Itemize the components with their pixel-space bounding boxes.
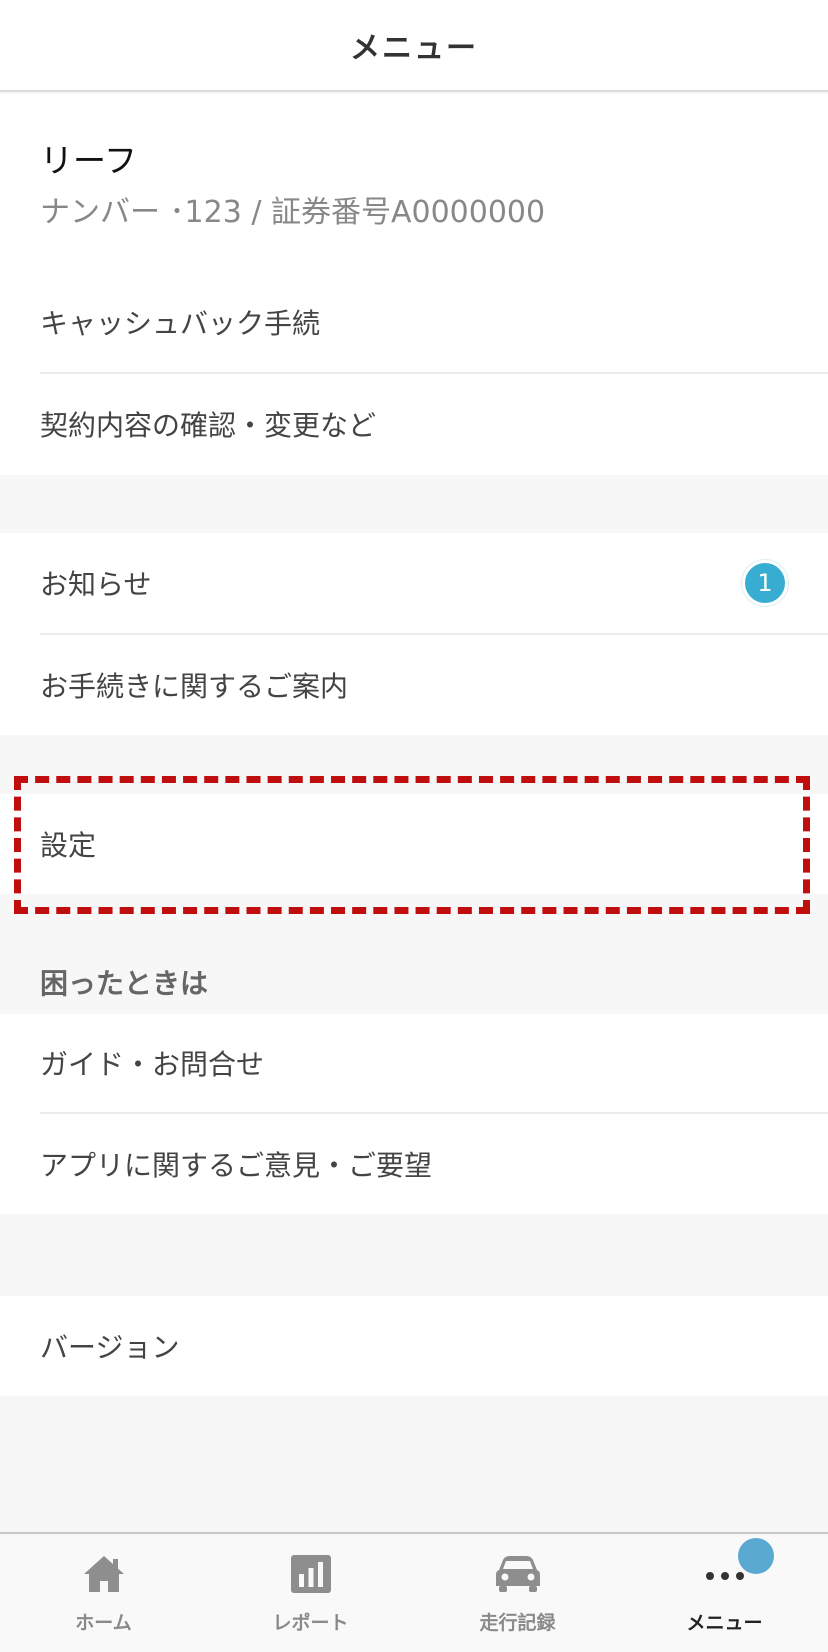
tab-home[interactable]: ホーム [0,1534,207,1652]
tab-drive-log[interactable]: 走行記録 [414,1534,621,1652]
tab-label: メニュー [686,1612,763,1634]
page-title: メニュー [350,31,478,66]
menu-item-notifications[interactable]: お知らせ 1 [40,533,828,633]
home-icon [80,1552,128,1596]
menu-item-version[interactable]: バージョン [40,1296,828,1396]
menu-item-label: キャッシュバック手続 [40,307,321,340]
section-title-help: 困ったときは [40,967,209,1000]
menu-item-label: お手続きに関するご案内 [40,670,349,703]
car-icon [494,1552,542,1596]
profile-name: リーフ [40,141,138,180]
menu-item-settings[interactable]: 設定 [40,794,828,894]
menu-item-label: お知らせ [40,568,152,601]
profile-subtitle: ナンバー ･123 / 証券番号A0000000 [40,195,546,230]
report-icon [287,1552,335,1596]
menu-item-guide[interactable]: ガイド・お問合せ [40,1014,828,1112]
nav-header: メニュー [0,0,828,92]
tab-label: ホーム [75,1612,132,1634]
menu-item-cashback[interactable]: キャッシュバック手続 [40,272,828,372]
menu-item-label: 契約内容の確認・変更など [40,409,377,442]
notification-dot [738,1538,774,1574]
menu-item-contract[interactable]: 契約内容の確認・変更など [40,374,828,474]
menu-item-label: バージョン [40,1331,180,1364]
menu-item-label: アプリに関するご意見・ご要望 [40,1149,433,1182]
menu-item-feedback[interactable]: アプリに関するご意見・ご要望 [40,1114,828,1214]
menu-item-label: 設定 [40,829,97,862]
tab-menu[interactable]: メニュー [621,1534,828,1652]
tab-label: 走行記録 [479,1612,556,1634]
tab-bar: ホーム レポート 走行記録 メニュー [0,1532,828,1650]
menu-item-label: ガイド・お問合せ [40,1048,265,1081]
menu-item-procedures[interactable]: お手続きに関するご案内 [40,635,828,735]
notification-count-badge: 1 [742,560,788,606]
tab-report[interactable]: レポート [207,1534,414,1652]
tab-label: レポート [272,1612,349,1634]
